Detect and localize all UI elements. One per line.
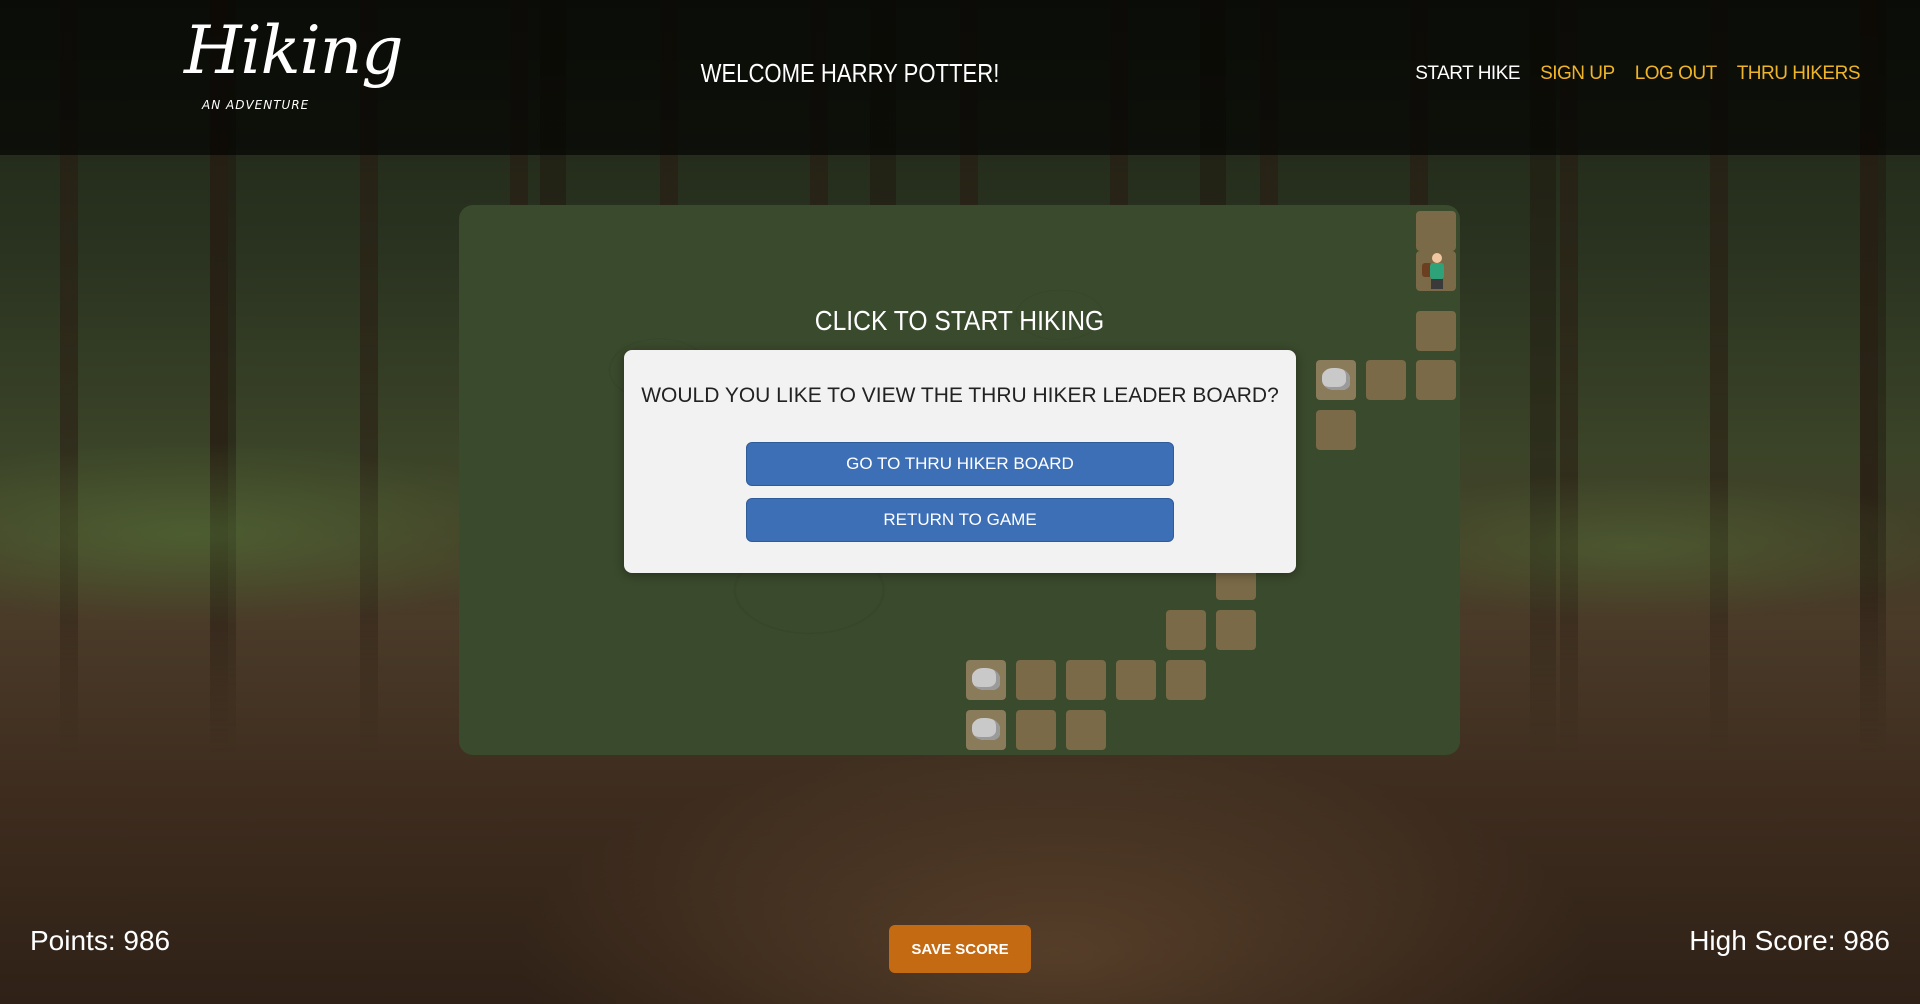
hiking-logo[interactable]: Hiking AN ADVENTURE (180, 10, 404, 140)
go-to-leaderboard-button[interactable]: GO TO THRU HIKER BOARD (746, 442, 1174, 486)
logo-sub-text: AN ADVENTURE (202, 98, 310, 112)
trail-tile-rock (966, 660, 1006, 700)
main-nav: START HIKE SIGN UP LOG OUT THRU HIKERS (1415, 63, 1860, 85)
hiker-legs (1431, 279, 1443, 289)
trail-tile (1416, 311, 1456, 351)
trail-tile (1066, 710, 1106, 750)
hiker-icon (1430, 263, 1444, 279)
points-display: Points: 986 (30, 925, 171, 956)
trail-tile (1166, 610, 1206, 650)
modal-question: WOULD YOU LIKE TO VIEW THE THRU HIKER LE… (641, 384, 1279, 407)
logo-main-text: Hiking (184, 12, 404, 89)
trail-tile (1066, 660, 1106, 700)
top-header: Hiking AN ADVENTURE WELCOME HARRY POTTER… (0, 0, 1920, 155)
trail-tile (1016, 710, 1056, 750)
trail-tile-rock (1316, 360, 1356, 400)
trail-tile-rock (966, 710, 1006, 750)
high-score-display: High Score: 986 (1689, 925, 1890, 956)
trail-tile-hiker (1416, 251, 1456, 291)
trail-tile (1366, 360, 1406, 400)
trail-tile (1316, 410, 1356, 450)
save-score-button[interactable]: SAVE SCORE (889, 925, 1031, 973)
welcome-message: WELCOME HARRY POTTER! (700, 58, 1000, 88)
rock-icon (1322, 368, 1350, 390)
nav-log-out[interactable]: LOG OUT (1635, 63, 1718, 85)
trail-tile (1416, 211, 1456, 251)
rock-icon (972, 718, 1000, 740)
rock-icon (972, 668, 1000, 690)
trail-tile (1116, 660, 1156, 700)
return-to-game-button[interactable]: RETURN TO GAME (746, 498, 1174, 542)
start-hiking-prompt[interactable]: CLICK TO START HIKING (519, 305, 1400, 337)
trail-tile (1416, 360, 1456, 400)
nav-start-hike[interactable]: START HIKE (1415, 63, 1520, 85)
hiker-head (1432, 253, 1442, 263)
leaderboard-modal: WOULD YOU LIKE TO VIEW THE THRU HIKER LE… (624, 350, 1296, 573)
nav-sign-up[interactable]: SIGN UP (1540, 63, 1615, 85)
trail-tile (1216, 610, 1256, 650)
trail-tile (1016, 660, 1056, 700)
nav-thru-hikers[interactable]: THRU HIKERS (1737, 63, 1861, 85)
trail-tile (1166, 660, 1206, 700)
